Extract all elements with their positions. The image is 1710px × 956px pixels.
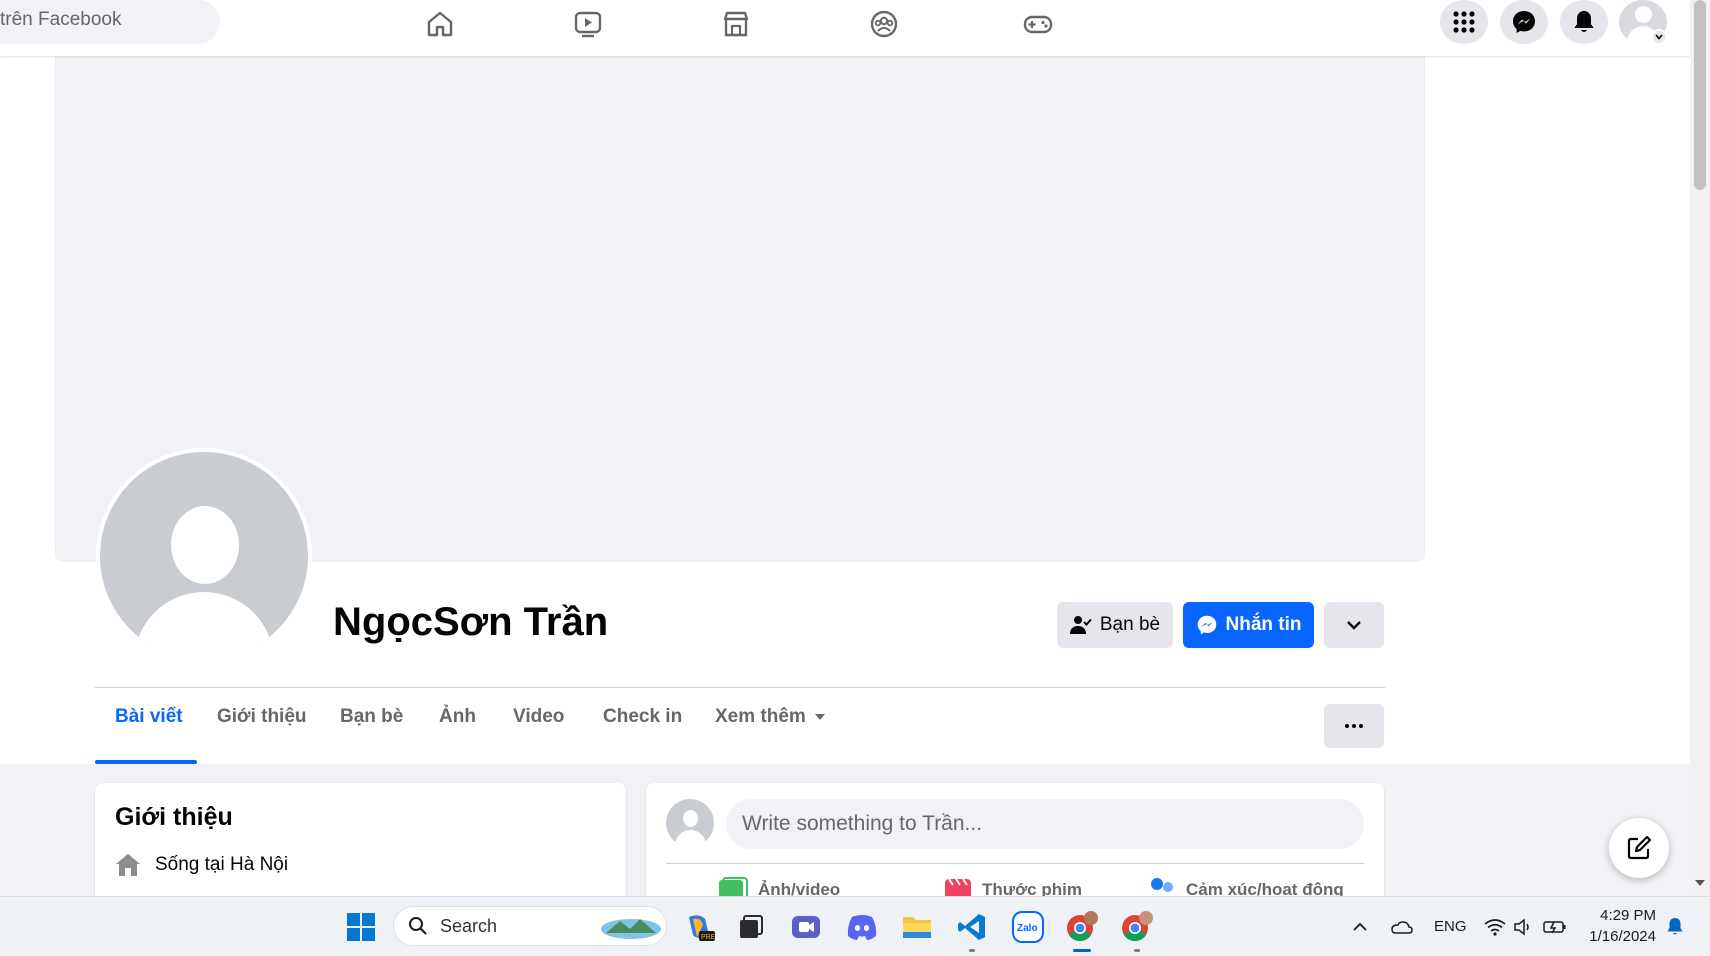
gaming-icon[interactable] (1018, 4, 1058, 44)
onedrive-icon[interactable] (1383, 909, 1419, 945)
vscode-running-indicator (969, 949, 975, 952)
tab-photos[interactable]: Ảnh (439, 706, 476, 728)
chrome-profile-1-icon[interactable] (1064, 909, 1100, 945)
task-view-icon[interactable] (732, 909, 768, 945)
home-icon (116, 854, 140, 876)
chevron-up-icon[interactable] (1342, 909, 1378, 945)
tab-check-in[interactable]: Check in (603, 706, 682, 728)
ellipsis-icon (1345, 724, 1349, 728)
friends-button-label: Bạn bè (1099, 614, 1161, 635)
friend-check-icon (1069, 616, 1092, 634)
compose-icon (1627, 835, 1652, 860)
tab-videos[interactable]: Video (513, 706, 564, 728)
friends-button[interactable]: Bạn bè (1057, 602, 1173, 648)
default-avatar-icon (100, 452, 308, 660)
search-input[interactable]: trên Facebook (0, 0, 220, 44)
tab-see-more[interactable]: Xem thêm (715, 706, 826, 728)
battery-icon[interactable] (1537, 909, 1573, 945)
taskbar-search-placeholder: Search (440, 915, 498, 936)
chrome-running-indicator (1134, 949, 1140, 952)
message-button[interactable]: Nhắn tin (1183, 602, 1314, 648)
lives-in-city[interactable]: Hà Nội (230, 854, 288, 875)
clock-date: 1/16/2024 (1589, 928, 1656, 945)
notifications-icon[interactable] (1560, 0, 1608, 44)
chevron-down-icon[interactable] (1651, 29, 1667, 45)
menu-grid-icon[interactable] (1440, 0, 1488, 44)
scroll-down-arrow-icon[interactable] (1695, 880, 1705, 886)
taskbar-search[interactable]: Search (393, 906, 667, 946)
zalo-icon[interactable]: Zalo (1010, 909, 1046, 945)
taskbar-clock[interactable]: 4:29 PM 1/16/2024 (1574, 905, 1656, 947)
marketplace-icon[interactable] (716, 4, 756, 44)
copilot-icon[interactable]: PRE (681, 909, 717, 945)
discord-icon[interactable] (844, 909, 880, 945)
clock-time: 4:29 PM (1600, 907, 1656, 924)
new-message-button[interactable] (1609, 818, 1669, 878)
windows-taskbar: Search PRE Zalo ENG 4:29 PM 1/16/2024 (0, 896, 1710, 956)
lives-in-prefix: Sống tại (155, 854, 225, 875)
header-divider (95, 687, 1385, 688)
top-navigation-bar: trên Facebook (0, 0, 1690, 56)
search-highlight-icon (601, 919, 661, 939)
chevron-down-icon (1347, 621, 1361, 630)
teams-meet-icon[interactable] (788, 909, 824, 945)
more-options-dropdown[interactable] (1324, 602, 1384, 648)
composer-avatar[interactable] (666, 799, 714, 847)
scrollbar-thumb[interactable] (1694, 0, 1706, 190)
vscode-icon[interactable] (954, 909, 990, 945)
profile-header: NgọcSơn Trần Bạn bè Nhắn tin Bài viết Gi… (0, 56, 1690, 764)
language-indicator[interactable]: ENG (1434, 918, 1467, 935)
volume-icon[interactable] (1505, 909, 1541, 945)
groups-icon[interactable] (864, 4, 904, 44)
intro-lives-in: Sống tại Hà Nội (115, 853, 288, 877)
search-icon (409, 917, 427, 935)
svg-text:PRE: PRE (701, 934, 715, 941)
file-explorer-icon[interactable] (899, 909, 935, 945)
profile-picture[interactable] (96, 448, 312, 664)
messenger-icon[interactable] (1500, 0, 1548, 44)
intro-title: Giới thiệu (115, 803, 233, 831)
tab-about[interactable]: Giới thiệu (217, 706, 307, 728)
caret-down-icon (814, 714, 825, 720)
chrome-active-indicator (1073, 949, 1091, 952)
messenger-icon (1197, 615, 1216, 635)
svg-text:Zalo: Zalo (1017, 923, 1038, 934)
notification-bell-icon[interactable] (1657, 909, 1693, 945)
home-icon[interactable] (420, 4, 460, 44)
watch-icon[interactable] (568, 4, 608, 44)
message-button-label: Nhắn tin (1225, 614, 1302, 635)
profile-name: NgọcSơn Trần (333, 600, 609, 644)
windows-start-icon[interactable] (343, 909, 379, 945)
tab-posts[interactable]: Bài viết (115, 706, 183, 728)
profile-more-button[interactable] (1324, 704, 1384, 748)
write-post-input[interactable]: Write something to Trần... (726, 799, 1364, 849)
active-tab-indicator (95, 760, 197, 764)
page-scrollbar[interactable] (1690, 0, 1710, 896)
chrome-profile-2-icon[interactable] (1119, 909, 1155, 945)
composer-divider (666, 863, 1364, 864)
tab-friends[interactable]: Bạn bè (340, 706, 403, 728)
tab-see-more-label: Xem thêm (715, 706, 806, 727)
